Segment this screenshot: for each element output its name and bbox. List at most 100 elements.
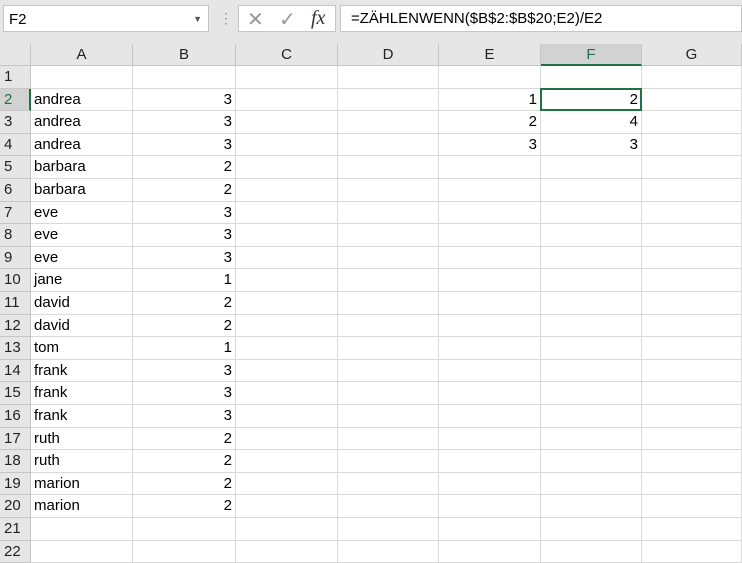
cell-E4[interactable]: 3 <box>439 133 541 157</box>
cell-B20[interactable]: 2 <box>133 495 236 518</box>
cell-B4[interactable]: 3 <box>133 133 236 157</box>
cell-C21[interactable] <box>236 518 338 541</box>
cell-C8[interactable] <box>236 224 338 247</box>
cell-F14[interactable] <box>541 359 642 383</box>
cell-A4[interactable]: andrea <box>31 133 133 157</box>
cell-B17[interactable]: 2 <box>133 427 236 451</box>
cell-F18[interactable] <box>541 450 642 473</box>
cell-G10[interactable] <box>642 269 742 292</box>
cell-C17[interactable] <box>236 427 338 451</box>
cell-A22[interactable] <box>31 540 133 563</box>
cell-G4[interactable] <box>642 133 742 157</box>
cell-C20[interactable] <box>236 495 338 518</box>
row-header-12[interactable]: 12 <box>0 314 31 338</box>
cell-F10[interactable] <box>541 269 642 292</box>
cell-A18[interactable]: ruth <box>31 450 133 473</box>
cell-A15[interactable]: frank <box>31 382 133 405</box>
cell-D10[interactable] <box>338 269 439 292</box>
cancel-icon[interactable]: ✕ <box>247 7 264 32</box>
cell-C13[interactable] <box>236 337 338 360</box>
cell-A17[interactable]: ruth <box>31 427 133 451</box>
row-header-19[interactable]: 19 <box>0 472 31 496</box>
cell-C1[interactable] <box>236 66 338 89</box>
cell-G6[interactable] <box>642 179 742 202</box>
cell-E8[interactable] <box>439 224 541 247</box>
cell-C6[interactable] <box>236 179 338 202</box>
cell-D19[interactable] <box>338 472 439 496</box>
cell-D4[interactable] <box>338 133 439 157</box>
cell-C10[interactable] <box>236 269 338 292</box>
cell-D8[interactable] <box>338 224 439 247</box>
cell-A2[interactable]: andrea <box>31 88 133 112</box>
cell-E5[interactable] <box>439 156 541 179</box>
cell-B5[interactable]: 2 <box>133 156 236 179</box>
cell-A3[interactable]: andrea <box>31 111 133 134</box>
row-header-1[interactable]: 1 <box>0 66 31 89</box>
cell-E7[interactable] <box>439 201 541 225</box>
formula-input[interactable]: =ZÄHLENWENN($B$2:$B$20;E2)/E2 <box>340 5 742 32</box>
cell-A6[interactable]: barbara <box>31 179 133 202</box>
cell-A1[interactable] <box>31 66 133 89</box>
row-header-8[interactable]: 8 <box>0 224 31 247</box>
cell-G1[interactable] <box>642 66 742 89</box>
cell-F16[interactable] <box>541 405 642 428</box>
cell-F5[interactable] <box>541 156 642 179</box>
cell-B19[interactable]: 2 <box>133 472 236 496</box>
cell-B1[interactable] <box>133 66 236 89</box>
cell-F19[interactable] <box>541 472 642 496</box>
cell-E13[interactable] <box>439 337 541 360</box>
row-header-10[interactable]: 10 <box>0 269 31 292</box>
cell-C3[interactable] <box>236 111 338 134</box>
cell-D6[interactable] <box>338 179 439 202</box>
cell-C22[interactable] <box>236 540 338 563</box>
cell-G18[interactable] <box>642 450 742 473</box>
cell-E6[interactable] <box>439 179 541 202</box>
cell-G15[interactable] <box>642 382 742 405</box>
cell-A10[interactable]: jane <box>31 269 133 292</box>
row-header-2[interactable]: 2 <box>0 88 31 112</box>
cell-C14[interactable] <box>236 359 338 383</box>
cell-E11[interactable] <box>439 292 541 315</box>
cell-C12[interactable] <box>236 314 338 338</box>
row-header-20[interactable]: 20 <box>0 495 31 518</box>
cell-B8[interactable]: 3 <box>133 224 236 247</box>
cell-E19[interactable] <box>439 472 541 496</box>
cell-A20[interactable]: marion <box>31 495 133 518</box>
cell-A14[interactable]: frank <box>31 359 133 383</box>
cell-A21[interactable] <box>31 518 133 541</box>
row-header-15[interactable]: 15 <box>0 382 31 405</box>
column-header-E[interactable]: E <box>439 44 541 66</box>
active-cell-F2[interactable] <box>540 87 642 112</box>
cell-D12[interactable] <box>338 314 439 338</box>
cell-F3[interactable]: 4 <box>541 111 642 134</box>
cell-G8[interactable] <box>642 224 742 247</box>
cell-D2[interactable] <box>338 88 439 112</box>
cell-C4[interactable] <box>236 133 338 157</box>
cell-B7[interactable]: 3 <box>133 201 236 225</box>
cell-E9[interactable] <box>439 246 541 270</box>
cell-A19[interactable]: marion <box>31 472 133 496</box>
cell-F22[interactable] <box>541 540 642 563</box>
cell-E17[interactable] <box>439 427 541 451</box>
cell-F21[interactable] <box>541 518 642 541</box>
row-header-7[interactable]: 7 <box>0 201 31 225</box>
chevron-down-icon[interactable]: ▼ <box>193 6 202 33</box>
row-header-17[interactable]: 17 <box>0 427 31 451</box>
cell-F12[interactable] <box>541 314 642 338</box>
row-header-14[interactable]: 14 <box>0 359 31 383</box>
cell-C16[interactable] <box>236 405 338 428</box>
cell-E22[interactable] <box>439 540 541 563</box>
cell-C9[interactable] <box>236 246 338 270</box>
cell-F6[interactable] <box>541 179 642 202</box>
cell-E14[interactable] <box>439 359 541 383</box>
cell-D9[interactable] <box>338 246 439 270</box>
cell-A5[interactable]: barbara <box>31 156 133 179</box>
cell-D18[interactable] <box>338 450 439 473</box>
row-header-18[interactable]: 18 <box>0 450 31 473</box>
cell-F7[interactable] <box>541 201 642 225</box>
cell-E20[interactable] <box>439 495 541 518</box>
cell-A7[interactable]: eve <box>31 201 133 225</box>
cell-A12[interactable]: david <box>31 314 133 338</box>
cell-C11[interactable] <box>236 292 338 315</box>
cell-E10[interactable] <box>439 269 541 292</box>
